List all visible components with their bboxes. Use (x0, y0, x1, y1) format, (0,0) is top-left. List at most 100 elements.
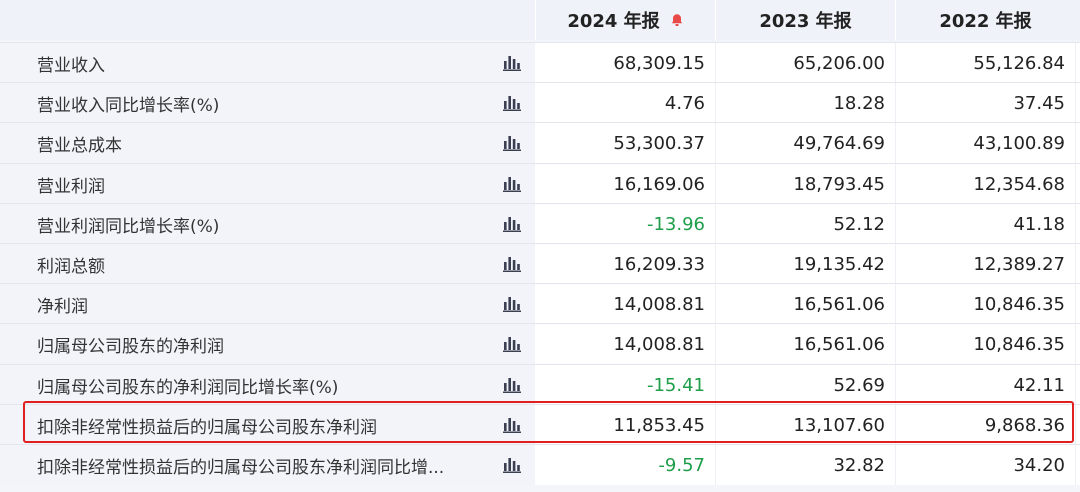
table-row: 扣除非经常性损益后的归属母公司股东净利润 11,853.45 13,107.60 9,… (0, 405, 1080, 445)
header-col-2022[interactable]: 2022 年报 (895, 0, 1075, 40)
table-row: 扣除非经常性损益后的归属母公司股东净利润同比增... -9.57 32.82 34.2… (0, 445, 1080, 485)
row-edge (1075, 244, 1080, 284)
value-2023: 19,135.42 (715, 244, 895, 284)
value-2024: 16,169.06 (535, 164, 715, 204)
value-2022: 43,100.89 (895, 123, 1075, 163)
value-2023: 18,793.45 (715, 164, 895, 204)
row-label: 营业利润 (37, 176, 105, 197)
value-2023: 16,561.06 (715, 324, 895, 364)
row-label-cell: 扣除非经常性损益后的归属母公司股东净利润 (0, 405, 535, 445)
value-2024: -15.41 (535, 365, 715, 405)
header-col-2022-label: 2022 年报 (939, 11, 1032, 32)
header-col-2024[interactable]: 2024 年报 (535, 0, 715, 40)
value-2024: 11,853.45 (535, 405, 715, 445)
value-2024: 68,309.15 (535, 43, 715, 83)
bar-chart-icon[interactable] (503, 135, 521, 151)
header-col-2024-label: 2024 年报 (567, 11, 660, 32)
value-2022: 55,126.84 (895, 43, 1075, 83)
row-edge (1075, 43, 1080, 83)
row-edge (1075, 365, 1080, 405)
value-2024: -13.96 (535, 204, 715, 244)
row-label: 利润总额 (37, 256, 105, 277)
table-row: 营业总成本 53,300.37 49,764.69 43,100.89 (0, 123, 1080, 163)
row-divider (0, 404, 1080, 405)
row-divider (0, 364, 1080, 365)
row-label-cell: 归属母公司股东的净利润 (0, 324, 535, 364)
row-label: 归属母公司股东的净利润同比增长率(%) (37, 377, 339, 398)
value-2024: 14,008.81 (535, 324, 715, 364)
row-edge (1075, 405, 1080, 445)
value-2023: 52.12 (715, 204, 895, 244)
row-divider (0, 243, 1080, 244)
row-label-cell: 营业利润 (0, 164, 535, 204)
row-label-cell: 扣除非经常性损益后的归属母公司股东净利润同比增... (0, 445, 535, 485)
bar-chart-icon[interactable] (503, 256, 521, 272)
table-row: 净利润 14,008.81 16,561.06 10,846.35 (0, 284, 1080, 324)
value-2022: 12,354.68 (895, 164, 1075, 204)
value-2023: 49,764.69 (715, 123, 895, 163)
value-2022: 41.18 (895, 204, 1075, 244)
row-label-cell: 营业收入同比增长率(%) (0, 83, 535, 123)
bar-chart-icon[interactable] (503, 296, 521, 312)
row-label: 扣除非经常性损益后的归属母公司股东净利润同比增... (37, 457, 445, 478)
bar-chart-icon[interactable] (503, 176, 521, 192)
value-2023: 16,561.06 (715, 284, 895, 324)
row-divider (0, 283, 1080, 284)
row-edge (1075, 324, 1080, 364)
bar-chart-icon[interactable] (503, 377, 521, 393)
value-2024: 53,300.37 (535, 123, 715, 163)
value-2024: -9.57 (535, 445, 715, 485)
table-header: 2024 年报 2023 年报 2022 年报 (0, 0, 1080, 40)
row-label: 营业收入同比增长率(%) (37, 95, 220, 116)
bar-chart-icon[interactable] (503, 336, 521, 352)
value-2022: 9,868.36 (895, 405, 1075, 445)
table-row: 利润总额 16,209.33 19,135.42 12,389.27 (0, 244, 1080, 284)
bell-icon[interactable] (670, 13, 684, 27)
bar-chart-icon[interactable] (503, 95, 521, 111)
value-2024: 16,209.33 (535, 244, 715, 284)
value-2024: 14,008.81 (535, 284, 715, 324)
bar-chart-icon[interactable] (503, 417, 521, 433)
value-2023: 18.28 (715, 83, 895, 123)
table-row: 营业收入同比增长率(%) 4.76 18.28 37.45 (0, 83, 1080, 123)
row-label: 营业利润同比增长率(%) (37, 216, 220, 237)
row-divider (0, 203, 1080, 204)
row-label: 归属母公司股东的净利润 (37, 336, 224, 357)
header-col-2023-label: 2023 年报 (759, 11, 852, 32)
table-row: 归属母公司股东的净利润 14,008.81 16,561.06 10,846.35 (0, 324, 1080, 364)
row-label-cell: 净利润 (0, 284, 535, 324)
table-row: 归属母公司股东的净利润同比增长率(%) -15.41 52.69 42.11 (0, 365, 1080, 405)
value-2022: 10,846.35 (895, 324, 1075, 364)
row-label: 营业总成本 (37, 135, 122, 156)
value-2022: 34.20 (895, 445, 1075, 485)
value-2023: 52.69 (715, 365, 895, 405)
row-label-cell: 营业利润同比增长率(%) (0, 204, 535, 244)
header-col-2023[interactable]: 2023 年报 (715, 0, 895, 40)
bar-chart-icon[interactable] (503, 55, 521, 71)
row-label: 营业收入 (37, 55, 105, 76)
bar-chart-icon[interactable] (503, 457, 521, 473)
value-2022: 12,389.27 (895, 244, 1075, 284)
row-divider (0, 82, 1080, 83)
value-2024: 4.76 (535, 83, 715, 123)
table-row: 营业利润 16,169.06 18,793.45 12,354.68 (0, 164, 1080, 204)
row-edge (1075, 204, 1080, 244)
row-label: 扣除非经常性损益后的归属母公司股东净利润 (37, 417, 377, 438)
row-edge (1075, 164, 1080, 204)
header-edge (1075, 0, 1080, 40)
row-divider (0, 444, 1080, 445)
value-2022: 42.11 (895, 365, 1075, 405)
value-2022: 37.45 (895, 83, 1075, 123)
row-label-cell: 利润总额 (0, 244, 535, 284)
row-divider (0, 122, 1080, 123)
header-label-cell (0, 0, 535, 40)
row-edge (1075, 445, 1080, 485)
value-2023: 65,206.00 (715, 43, 895, 83)
bar-chart-icon[interactable] (503, 216, 521, 232)
row-label-cell: 营业收入 (0, 43, 535, 83)
row-label-cell: 营业总成本 (0, 123, 535, 163)
row-divider (0, 163, 1080, 164)
table-row: 营业收入 68,309.15 65,206.00 55,126.84 (0, 43, 1080, 83)
row-edge (1075, 284, 1080, 324)
row-label-cell: 归属母公司股东的净利润同比增长率(%) (0, 365, 535, 405)
